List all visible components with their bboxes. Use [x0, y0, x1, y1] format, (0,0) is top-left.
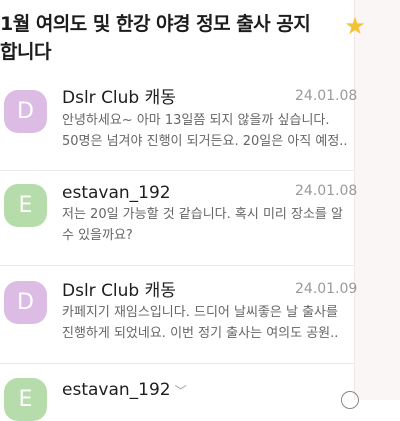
message-date: 24.01.08 [295, 183, 358, 199]
message-preview-line: 안녕하세요~ 아마 13일쯤 되지 않을까 싶습니다. [62, 113, 330, 128]
subject-line-1: 1월 여의도 및 한강 야경 정모 출사 공지 [0, 13, 311, 35]
message-item[interactable]: E estavan_192 24.01.08 저는 20일 가능할 것 같습니다… [0, 172, 357, 258]
message-date: 24.01.09 [295, 281, 358, 297]
message-preview-line: 카페지기 재임스입니다. 드디어 날씨좋은 날 출사를 [62, 305, 338, 320]
thread-view: 1월 여의도 및 한강 야경 정모 출사 공지 합니다 ★ D Dslr Clu… [0, 0, 366, 421]
avatar: D [4, 281, 47, 324]
sender-name: estavan_192 [62, 183, 171, 203]
message-preview-line: 수 있을까요? [62, 228, 133, 243]
avatar: E [4, 184, 47, 227]
divider [0, 265, 355, 266]
subject-line-2: 합니다 [0, 41, 51, 63]
more-options-icon[interactable] [341, 391, 359, 409]
divider [0, 363, 355, 364]
message-item[interactable]: E estavan_192 ﹀ [0, 366, 355, 421]
message-preview-line: 저는 20일 가능할 것 같습니다. 혹시 미리 장소를 알 [62, 207, 343, 222]
divider [0, 170, 355, 171]
avatar: D [4, 90, 47, 133]
message-item[interactable]: D Dslr Club 캐동 24.01.09 카페지기 재임스입니다. 드디어… [0, 270, 357, 356]
chevron-down-icon[interactable]: ﹀ [175, 384, 187, 398]
sender-name: Dslr Club 캐동 [62, 88, 176, 108]
message-preview-line: 진행하게 되었네요. 이번 정기 출사는 여의도 공원.. [62, 326, 339, 341]
message-date: 24.01.08 [295, 88, 358, 104]
message-item[interactable]: D Dslr Club 캐동 24.01.08 안녕하세요~ 아마 13일쯤 되… [0, 78, 357, 164]
thread-subject: 1월 여의도 및 한강 야경 정모 출사 공지 합니다 [0, 10, 340, 66]
sender-name-text: estavan_192 [62, 380, 171, 400]
message-preview-line: 50명은 넘겨야 진행이 되거든요. 20일은 아직 예정.. [62, 134, 348, 149]
star-icon[interactable]: ★ [343, 14, 367, 38]
sender-name: estavan_192 ﹀ [62, 379, 187, 402]
sender-name: Dslr Club 캐동 [62, 281, 176, 301]
